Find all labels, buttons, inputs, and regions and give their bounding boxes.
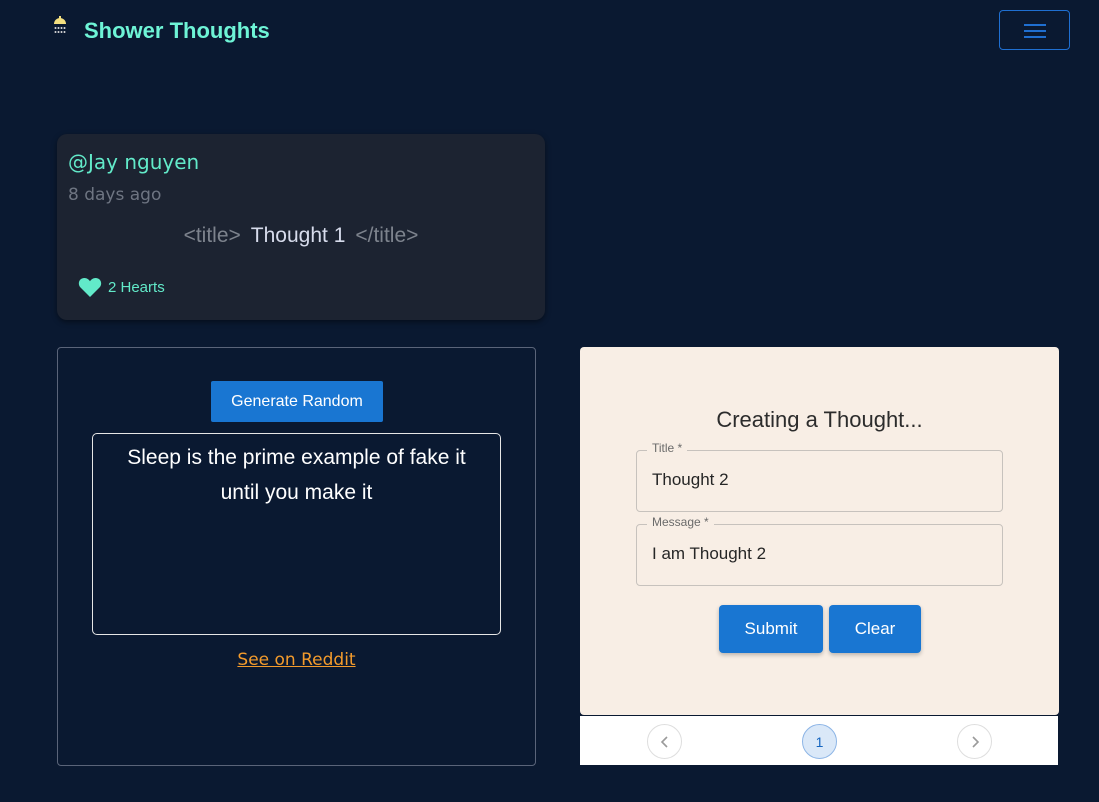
hearts-button[interactable]: 2 Hearts [78,276,165,298]
message-field[interactable]: Message * [636,515,1003,586]
chevron-left-icon [660,735,668,748]
title-tag-close: </title> [355,224,419,247]
clear-button[interactable]: Clear [829,605,921,653]
random-thought-panel: Generate Random Sleep is the prime examp… [57,347,536,766]
form-heading: Creating a Thought... [716,407,923,432]
post-author[interactable]: @Jay nguyen [68,150,199,174]
post-title: <title> Thought 1 </title> [57,224,545,248]
title-field[interactable]: Title * [636,441,1003,512]
title-field-label: Title * [647,441,688,455]
page-button-current[interactable]: 1 [802,724,837,759]
thought-card: @Jay nguyen 8 days ago <title> Thought 1 <… [57,134,545,320]
post-title-text: Thought 1 [250,224,346,247]
app-title: Shower Thoughts [84,18,270,43]
random-thought-text: Sleep is the prime example of fake it un… [92,433,501,635]
create-thought-form: Creating a Thought... Title * Message * … [580,347,1059,715]
previous-page-button[interactable] [647,724,682,759]
brand[interactable]: Shower Thoughts [52,15,270,43]
generate-random-button[interactable]: Generate Random [211,381,383,422]
submit-button[interactable]: Submit [719,605,823,653]
menu-button[interactable] [999,10,1070,50]
navbar: Shower Thoughts [0,0,1099,60]
heart-icon [78,277,102,297]
title-input[interactable] [652,470,992,490]
hamburger-icon [1024,24,1046,38]
message-input[interactable] [652,544,992,564]
see-on-reddit-link[interactable]: See on Reddit [58,650,535,670]
title-tag-open: <title> [183,224,241,247]
message-field-label: Message * [647,515,714,529]
pagination: 1 [580,716,1058,765]
hearts-count: 2 Hearts [108,278,165,296]
shower-head-icon [54,16,66,33]
chevron-right-icon [971,735,979,748]
next-page-button[interactable] [957,724,992,759]
post-timestamp: 8 days ago [68,185,162,205]
